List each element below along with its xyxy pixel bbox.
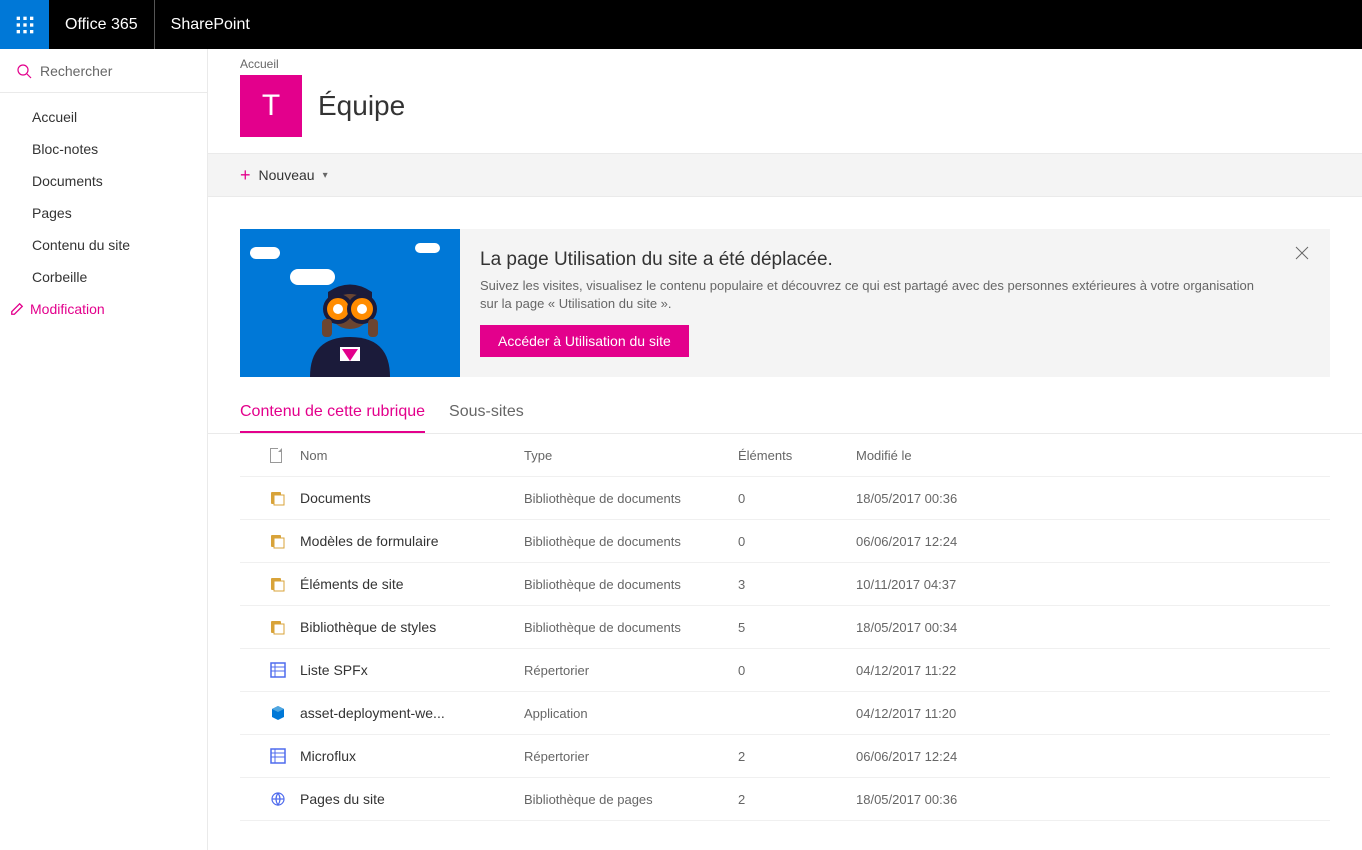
row-modified: 18/05/2017 00:34 (856, 620, 1330, 635)
nav-item-contenu[interactable]: Contenu du site (0, 229, 207, 261)
row-name[interactable]: Microflux (288, 748, 524, 764)
table-row[interactable]: Bibliothèque de stylesBibliothèque de do… (240, 606, 1330, 649)
site-logo-tile: T (240, 75, 302, 137)
tab-contents[interactable]: Contenu de cette rubrique (240, 393, 425, 433)
table-row[interactable]: Éléments de siteBibliothèque de document… (240, 563, 1330, 606)
row-elements: 2 (738, 749, 856, 764)
new-button[interactable]: + Nouveau ▾ (240, 165, 328, 186)
content-tabs: Contenu de cette rubrique Sous-sites (208, 393, 1362, 434)
banner-illustration (240, 229, 460, 377)
col-modified[interactable]: Modifié le (856, 448, 1330, 463)
row-type: Répertorier (524, 663, 738, 678)
nav-item-blocnotes[interactable]: Bloc-notes (0, 133, 207, 165)
plus-icon: + (240, 165, 251, 186)
row-name[interactable]: Modèles de formulaire (288, 533, 524, 549)
table-row[interactable]: Modèles de formulaireBibliothèque de doc… (240, 520, 1330, 563)
table-row[interactable]: MicrofluxRépertorier206/06/2017 12:24 (240, 735, 1330, 778)
table-row[interactable]: Pages du siteBibliothèque de pages218/05… (240, 778, 1330, 821)
row-name[interactable]: Liste SPFx (288, 662, 524, 678)
row-name[interactable]: asset-deployment-we... (288, 705, 524, 721)
row-modified: 18/05/2017 00:36 (856, 792, 1330, 807)
row-modified: 18/05/2017 00:36 (856, 491, 1330, 506)
row-icon (240, 619, 288, 635)
nav-item-documents[interactable]: Documents (0, 165, 207, 197)
left-nav: Rechercher Accueil Bloc-notes Documents … (0, 49, 208, 850)
banner-close-button[interactable] (1290, 241, 1314, 265)
global-suite-bar: Office 365 SharePoint (0, 0, 1362, 49)
row-icon (240, 662, 288, 678)
command-bar: + Nouveau ▾ (208, 153, 1362, 197)
banner-heading: La page Utilisation du site a été déplac… (480, 249, 1270, 271)
row-elements: 3 (738, 577, 856, 592)
row-modified: 04/12/2017 11:20 (856, 706, 1330, 721)
row-elements: 0 (738, 663, 856, 678)
page-title: Équipe (318, 90, 405, 122)
main-content: Accueil T Équipe + Nouveau ▾ (208, 49, 1362, 850)
waffle-icon (15, 15, 35, 35)
row-elements: 0 (738, 534, 856, 549)
nav-item-corbeille[interactable]: Corbeille (0, 261, 207, 293)
banner-body: Suivez les visites, visualisez le conten… (480, 277, 1270, 313)
row-elements: 2 (738, 792, 856, 807)
person-binoculars-icon (290, 257, 410, 377)
chevron-down-icon: ▾ (323, 170, 328, 181)
row-elements: 0 (738, 491, 856, 506)
nav-list: Accueil Bloc-notes Documents Pages Conte… (0, 93, 207, 325)
edit-icon (10, 302, 24, 316)
row-type: Bibliothèque de documents (524, 577, 738, 592)
nav-item-pages[interactable]: Pages (0, 197, 207, 229)
row-modified: 10/11/2017 04:37 (856, 577, 1330, 592)
close-icon (1295, 246, 1309, 260)
col-type[interactable]: Type (524, 448, 738, 463)
row-icon (240, 791, 288, 807)
row-name[interactable]: Pages du site (288, 791, 524, 807)
table-row[interactable]: asset-deployment-we...Application 04/12/2… (240, 692, 1330, 735)
row-modified: 06/06/2017 12:24 (856, 534, 1330, 549)
notification-banner: La page Utilisation du site a été déplac… (240, 229, 1330, 377)
row-type: Bibliothèque de documents (524, 534, 738, 549)
row-icon (240, 533, 288, 549)
nav-edit-label: Modification (30, 301, 105, 317)
row-type: Répertorier (524, 749, 738, 764)
banner-action-button[interactable]: Accéder à Utilisation du site (480, 325, 689, 357)
nav-item-accueil[interactable]: Accueil (0, 101, 207, 133)
row-type: Bibliothèque de pages (524, 792, 738, 807)
tab-subsites[interactable]: Sous-sites (449, 393, 524, 433)
row-icon (240, 748, 288, 764)
breadcrumb[interactable]: Accueil (208, 49, 1362, 71)
search-box[interactable]: Rechercher (0, 49, 207, 93)
row-modified: 06/06/2017 12:24 (856, 749, 1330, 764)
row-type: Bibliothèque de documents (524, 620, 738, 635)
col-elements[interactable]: Éléments (738, 448, 856, 463)
suite-app-name[interactable]: SharePoint (155, 0, 266, 49)
table-header-row: Nom Type Éléments Modifié le (240, 434, 1330, 477)
search-placeholder: Rechercher (40, 63, 112, 79)
table-row[interactable]: DocumentsBibliothèque de documents018/05… (240, 477, 1330, 520)
table-row[interactable]: Liste SPFxRépertorier004/12/2017 11:22 (240, 649, 1330, 692)
suite-brand[interactable]: Office 365 (49, 0, 155, 49)
site-header: T Équipe (208, 71, 1362, 153)
row-icon (240, 490, 288, 506)
row-icon (240, 705, 288, 721)
row-name[interactable]: Éléments de site (288, 576, 524, 592)
new-button-label: Nouveau (259, 167, 315, 183)
row-icon (240, 576, 288, 592)
row-modified: 04/12/2017 11:22 (856, 663, 1330, 678)
app-launcher-button[interactable] (0, 0, 49, 49)
col-name[interactable]: Nom (288, 448, 524, 463)
nav-edit-link[interactable]: Modification (0, 293, 207, 325)
row-type: Bibliothèque de documents (524, 491, 738, 506)
row-type: Application (524, 706, 738, 721)
search-icon (16, 63, 32, 79)
content-table: Nom Type Éléments Modifié le DocumentsBi… (208, 434, 1362, 821)
file-icon (270, 448, 282, 463)
row-elements: 5 (738, 620, 856, 635)
row-name[interactable]: Documents (288, 490, 524, 506)
col-icon (240, 448, 288, 463)
row-name[interactable]: Bibliothèque de styles (288, 619, 524, 635)
